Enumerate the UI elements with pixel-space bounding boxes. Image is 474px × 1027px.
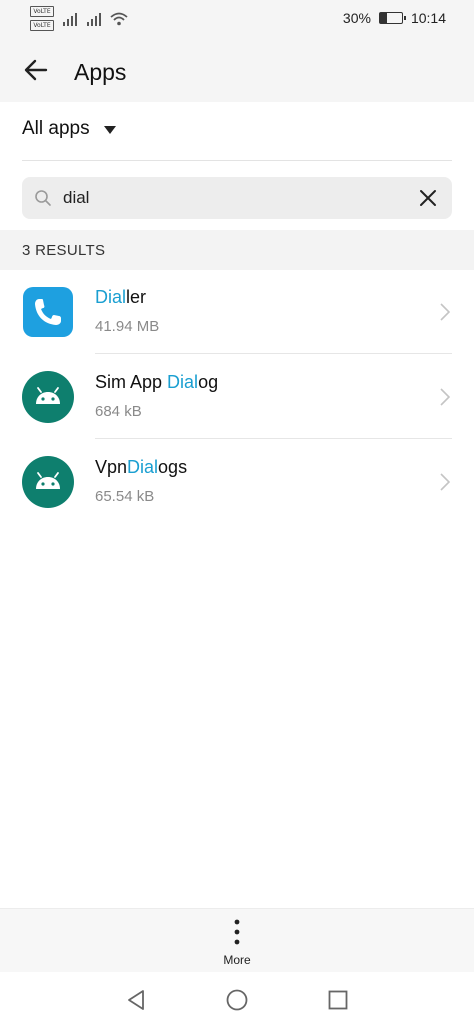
status-bar: VoLTE VoLTE 30% 10:14: [0, 0, 474, 40]
search-field[interactable]: dial: [22, 177, 452, 219]
more-label: More: [223, 953, 251, 967]
results-count: 3 RESULTS: [22, 242, 106, 259]
sim2-volte-badge: VoLTE: [30, 20, 54, 31]
nav-recents-icon[interactable]: [326, 988, 350, 1012]
chevron-right-icon: [440, 303, 450, 321]
battery-level-fill: [379, 13, 387, 23]
status-left: VoLTE VoLTE: [30, 6, 128, 31]
phone-app-icon: [23, 287, 73, 337]
chevron-right-icon: [440, 473, 450, 491]
divider: [22, 160, 452, 161]
system-nav-bar: [0, 972, 474, 1027]
app-filter-dropdown[interactable]: All apps: [22, 118, 116, 140]
app-size: 41.94 MB: [95, 318, 160, 335]
app-size: 684 kB: [95, 403, 142, 420]
list-item-sim-app-dialog[interactable]: Sim App Dialog 684 kB: [0, 355, 474, 439]
row-divider: [95, 353, 452, 354]
search-icon: [35, 190, 51, 206]
app-name: Dialler: [95, 287, 147, 307]
clock: 10:14: [410, 10, 446, 26]
wifi-icon: [110, 12, 128, 25]
nav-home-icon[interactable]: [225, 988, 249, 1012]
android-icon: [22, 456, 74, 508]
app-toolbar: Apps: [0, 40, 474, 102]
sim-indicators: VoLTE VoLTE: [30, 6, 54, 31]
more-vert-icon: [234, 919, 240, 945]
back-arrow-icon[interactable]: [20, 54, 52, 86]
results-header: 3 RESULTS: [0, 230, 474, 270]
filter-label: All apps: [22, 118, 90, 139]
clear-search-icon[interactable]: [418, 188, 438, 208]
signal-2-icon: [87, 12, 101, 26]
app-size: 65.54 kB: [95, 488, 155, 505]
status-right: 30% 10:14: [343, 10, 446, 26]
signal-1-icon: [63, 12, 77, 26]
list-item-dialler[interactable]: Dialler 41.94 MB: [0, 270, 474, 354]
more-menu-button[interactable]: More: [0, 908, 474, 973]
search-input[interactable]: dial: [63, 188, 89, 208]
sim1-volte-badge: VoLTE: [30, 6, 54, 17]
chevron-right-icon: [440, 388, 450, 406]
battery-icon: [378, 12, 406, 24]
app-name: Sim App Dialog: [95, 372, 219, 392]
list-item-vpndialogs[interactable]: VpnDialogs 65.54 kB: [0, 440, 474, 524]
dropdown-caret-icon: [103, 126, 116, 134]
battery-percent: 30%: [342, 10, 371, 26]
android-icon: [22, 371, 74, 423]
nav-back-icon[interactable]: [124, 988, 148, 1012]
app-name: VpnDialogs: [95, 457, 188, 477]
page-title: Apps: [74, 59, 127, 85]
row-divider: [95, 438, 452, 439]
